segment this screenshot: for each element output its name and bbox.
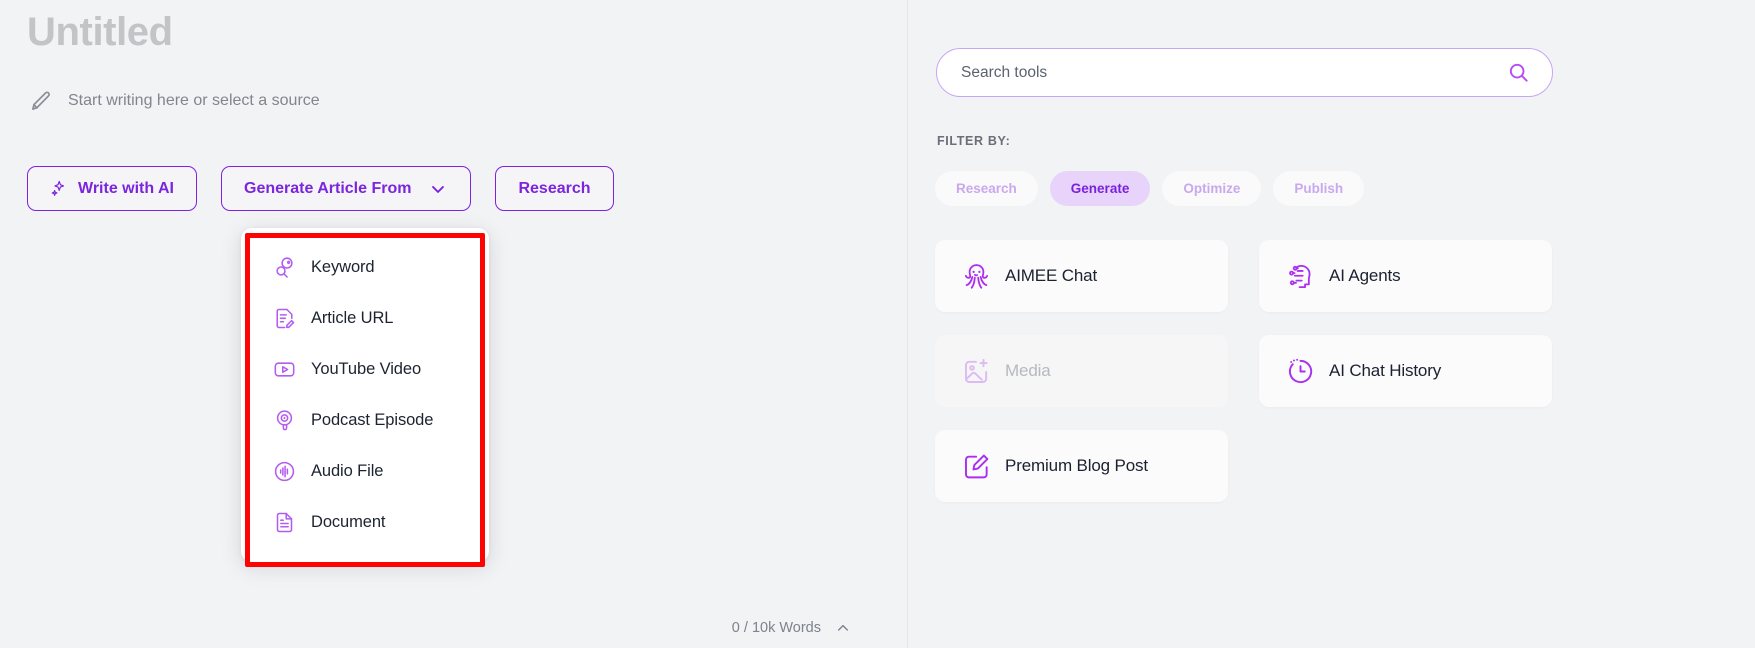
write-with-ai-label: Write with AI (78, 179, 174, 197)
tool-card-ai-chat-history[interactable]: AI Chat History (1259, 335, 1552, 407)
dropdown-item-document[interactable]: Document (241, 497, 489, 548)
tool-card-label: Media (1005, 361, 1051, 380)
dropdown-item-label: Article URL (311, 309, 394, 327)
editor-action-buttons: Write with AI Generate Article From Rese… (27, 166, 614, 211)
app-root: Untitled Start writing here or select a … (0, 0, 1755, 648)
word-count-label: 0 / 10k Words (731, 620, 821, 636)
generate-article-from-label: Generate Article From (244, 179, 412, 197)
edit-square-icon (962, 452, 991, 481)
dropdown-item-label: Audio File (311, 462, 384, 480)
tool-card-label: AIMEE Chat (1005, 266, 1098, 285)
dropdown-item-podcast-episode[interactable]: Podcast Episode (241, 395, 489, 446)
keyword-search-icon (273, 256, 296, 279)
dropdown-item-label: Podcast Episode (311, 411, 434, 429)
tool-card-label: AI Chat History (1329, 361, 1442, 380)
dropdown-item-article-url[interactable]: Article URL (241, 293, 489, 344)
generate-article-from-dropdown: Keyword Article URL YouTube Video Podcas… (241, 228, 489, 567)
tool-card-label: AI Agents (1329, 266, 1401, 285)
dropdown-item-audio-file[interactable]: Audio File (241, 446, 489, 497)
podcast-mic-icon (273, 409, 296, 432)
filter-pill-publish[interactable]: Publish (1273, 171, 1365, 206)
dropdown-item-youtube-video[interactable]: YouTube Video (241, 344, 489, 395)
editor-placeholder-row[interactable]: Start writing here or select a source (28, 88, 320, 114)
filter-pill-row: Research Generate Optimize Publish (935, 171, 1365, 206)
dropdown-item-keyword[interactable]: Keyword (241, 242, 489, 293)
tool-card-ai-agents[interactable]: AI Agents (1259, 240, 1552, 312)
chevron-up-icon[interactable] (835, 620, 851, 636)
search-icon[interactable] (1507, 61, 1530, 84)
dropdown-item-label: YouTube Video (311, 360, 422, 378)
clock-history-icon (1286, 357, 1315, 386)
write-with-ai-button[interactable]: Write with AI (27, 166, 197, 211)
research-label: Research (518, 179, 591, 197)
tool-card-label: Premium Blog Post (1005, 456, 1148, 475)
filter-pill-research[interactable]: Research (935, 171, 1038, 206)
research-button[interactable]: Research (495, 166, 614, 211)
image-add-icon (962, 357, 991, 386)
ai-brain-circuit-icon (1286, 262, 1315, 291)
tool-card-aimee-chat[interactable]: AIMEE Chat (935, 240, 1228, 312)
tool-card-media: Media (935, 335, 1228, 407)
tool-cards-grid: AIMEE Chat Media Premium Blog Post AI Ag… (935, 240, 1725, 502)
editor-placeholder-text: Start writing here or select a source (68, 92, 320, 109)
dropdown-item-label: Document (311, 513, 386, 531)
audio-waveform-icon (273, 460, 296, 483)
document-icon (273, 511, 296, 534)
filter-by-label: FILTER BY: (937, 134, 1011, 148)
search-tools-container[interactable] (936, 48, 1553, 97)
filter-pill-generate[interactable]: Generate (1049, 171, 1151, 206)
article-edit-icon (273, 307, 296, 330)
youtube-play-icon (273, 358, 296, 381)
sparkle-icon (50, 180, 67, 197)
chevron-down-icon (428, 179, 448, 199)
search-input[interactable] (961, 63, 1507, 82)
pencil-icon (28, 88, 54, 114)
page-title[interactable]: Untitled (27, 8, 173, 56)
filter-pill-optimize[interactable]: Optimize (1162, 171, 1262, 206)
dropdown-item-label: Keyword (311, 258, 375, 276)
dropdown-item-list: Keyword Article URL YouTube Video Podcas… (241, 242, 489, 548)
editor-pane: Untitled Start writing here or select a … (0, 0, 908, 648)
octopus-icon (962, 262, 991, 291)
word-count-status[interactable]: 0 / 10k Words (732, 620, 851, 636)
tool-card-premium-blog-post[interactable]: Premium Blog Post (935, 430, 1228, 502)
generate-article-from-button[interactable]: Generate Article From (221, 166, 472, 211)
tools-pane: FILTER BY: Research Generate Optimize Pu… (908, 0, 1755, 648)
